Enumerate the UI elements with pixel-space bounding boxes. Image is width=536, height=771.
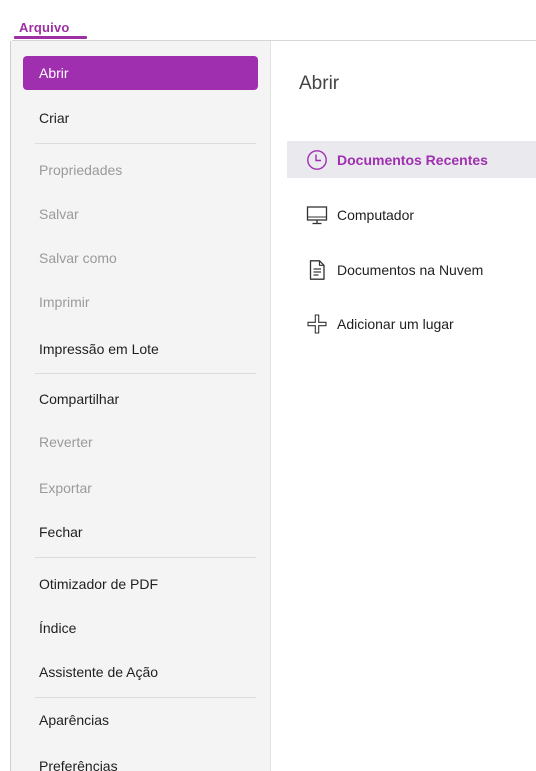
menu-item-impressao-em-lote[interactable]: Impressão em Lote [23, 332, 258, 366]
location-adicionar-um-lugar[interactable]: Adicionar um lugar [287, 305, 536, 342]
menu-separator [35, 697, 256, 698]
menu-item-salvar[interactable]: Salvar [23, 197, 258, 231]
menu-item-abrir[interactable]: Abrir [23, 56, 258, 90]
page-title: Abrir [299, 73, 340, 94]
menu-item-reverter[interactable]: Reverter [23, 425, 258, 459]
file-tab[interactable]: Arquivo [19, 20, 70, 35]
monitor-icon [305, 203, 329, 227]
backstage-sidebar: Abrir Criar Propriedades Salvar Salvar c… [11, 41, 271, 771]
location-label: Computador [337, 206, 415, 223]
open-panel: Abrir Documentos Recentes Computador Doc… [271, 41, 536, 771]
clock-icon [305, 148, 329, 172]
plus-icon [305, 312, 329, 336]
menu-item-compartilhar[interactable]: Compartilhar [23, 382, 258, 416]
file-tab-indicator [14, 36, 87, 39]
location-label: Documentos na Nuvem [337, 261, 484, 278]
location-documentos-na-nuvem[interactable]: Documentos na Nuvem [287, 251, 536, 288]
location-label: Adicionar um lugar [337, 315, 454, 332]
location-computador[interactable]: Computador [287, 196, 536, 233]
location-documentos-recentes[interactable]: Documentos Recentes [287, 141, 536, 178]
location-label: Documentos Recentes [337, 151, 488, 168]
menu-item-exportar[interactable]: Exportar [23, 471, 258, 505]
menu-item-otimizador-de-pdf[interactable]: Otimizador de PDF [23, 567, 258, 601]
document-icon [305, 258, 329, 282]
menu-separator [35, 557, 256, 558]
menu-item-criar[interactable]: Criar [23, 101, 258, 135]
menu-item-assistente-de-acao[interactable]: Assistente de Ação [23, 655, 258, 689]
menu-separator [35, 143, 256, 144]
menu-item-aparencias[interactable]: Aparências [23, 703, 258, 737]
menu-item-fechar[interactable]: Fechar [23, 515, 258, 549]
menu-item-indice[interactable]: Índice [23, 611, 258, 645]
menu-item-propriedades[interactable]: Propriedades [23, 153, 258, 187]
menu-separator [35, 373, 256, 374]
ribbon-bar: Arquivo [0, 0, 536, 40]
menu-item-preferencias[interactable]: Preferências [23, 749, 258, 771]
menu-item-imprimir[interactable]: Imprimir [23, 285, 258, 319]
menu-item-salvar-como[interactable]: Salvar como [23, 241, 258, 275]
